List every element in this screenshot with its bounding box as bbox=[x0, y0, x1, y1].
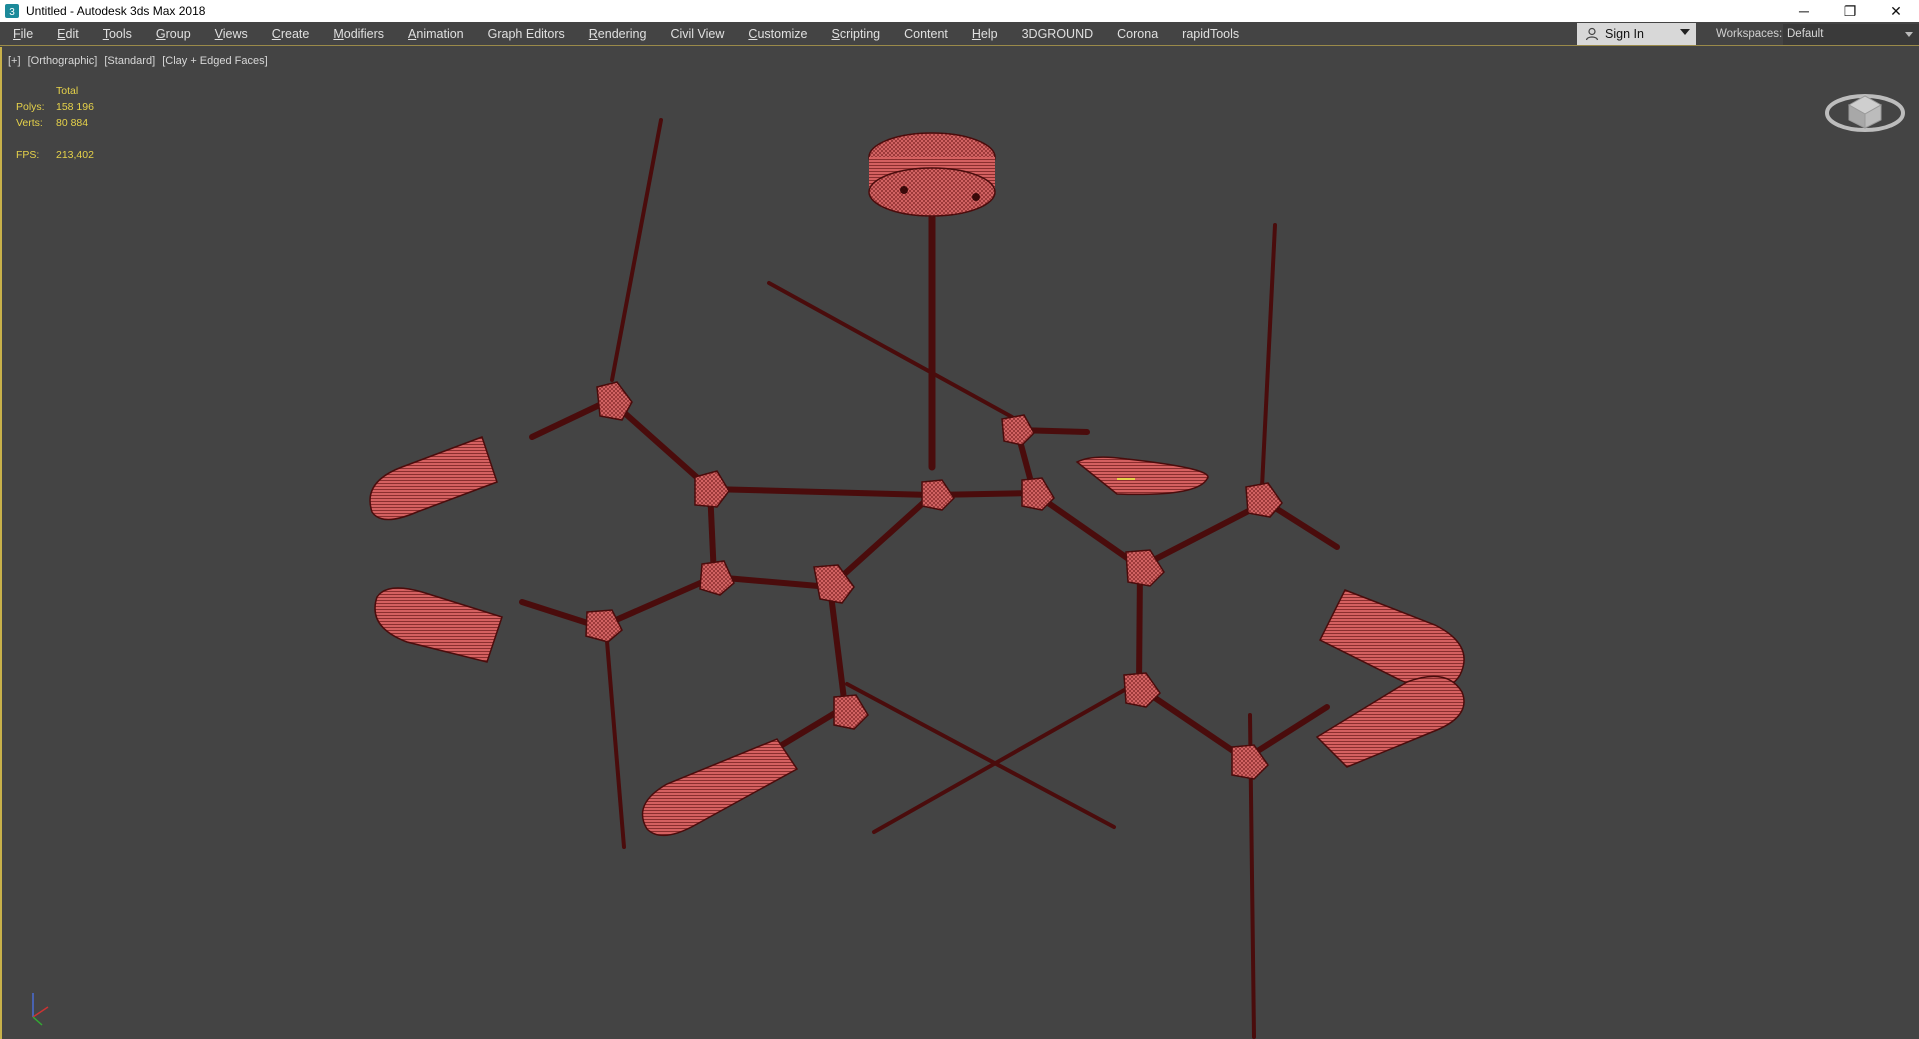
menu-edit[interactable]: Edit bbox=[45, 22, 91, 46]
menu-content[interactable]: Content bbox=[892, 22, 960, 46]
menu-label: roup bbox=[165, 26, 191, 41]
menu-rendering[interactable]: Rendering bbox=[577, 22, 659, 46]
menu-tools[interactable]: Tools bbox=[91, 22, 144, 46]
close-button[interactable]: ✕ bbox=[1873, 0, 1919, 22]
menu-mnemonic: H bbox=[971, 26, 981, 41]
menu-label: reate bbox=[280, 26, 310, 41]
svg-text:3: 3 bbox=[9, 7, 15, 18]
menu-label: dit bbox=[65, 26, 79, 41]
menu-mnemonic: S bbox=[831, 26, 840, 41]
menu-mnemonic: F bbox=[13, 26, 21, 41]
menu-create[interactable]: Create bbox=[260, 22, 322, 46]
ceiling-canopy bbox=[868, 132, 996, 217]
menu-civil-view[interactable]: Civil View bbox=[658, 22, 736, 46]
menu-help[interactable]: Help bbox=[960, 22, 1010, 46]
minimize-button[interactable]: ─ bbox=[1781, 0, 1827, 22]
restore-button[interactable]: ❐ bbox=[1827, 0, 1873, 22]
app-icon: 3 bbox=[5, 4, 19, 18]
menu-group[interactable]: Group bbox=[144, 22, 203, 46]
menu-customize[interactable]: Customize bbox=[736, 22, 819, 46]
menu-label: nimation bbox=[416, 26, 464, 41]
workspaces-label: Workspaces: bbox=[1716, 28, 1783, 40]
menu-label: rapidTools bbox=[1182, 26, 1240, 41]
workspace-value: Default bbox=[1787, 28, 1824, 40]
workspace-select[interactable]: Default bbox=[1783, 24, 1919, 45]
person-icon bbox=[1585, 27, 1599, 41]
menu-rapidtools[interactable]: rapidTools bbox=[1170, 22, 1251, 46]
menu-mnemonic: M bbox=[333, 26, 344, 41]
menu-views[interactable]: Views bbox=[203, 22, 260, 46]
menu-scripting[interactable]: Scripting bbox=[819, 22, 892, 46]
menu-animation[interactable]: Animation bbox=[396, 22, 476, 46]
axis-tripod-icon bbox=[32, 993, 49, 1026]
menu-label: odifiers bbox=[343, 26, 385, 41]
menu-label: elp bbox=[980, 26, 998, 41]
chandelier-rods bbox=[519, 118, 1340, 1039]
menu-file[interactable]: File bbox=[0, 22, 45, 46]
menu-label: endering bbox=[597, 26, 647, 41]
menu-label: iews bbox=[222, 26, 248, 41]
menu-label: Corona bbox=[1117, 26, 1159, 41]
menu-label: Graph Editors bbox=[487, 26, 565, 41]
chevron-down-icon bbox=[1905, 32, 1913, 37]
menu-3dground[interactable]: 3DGROUND bbox=[1010, 22, 1106, 46]
menu-label: Civil View bbox=[670, 26, 725, 41]
sign-in-label: Sign In bbox=[1605, 27, 1644, 41]
chevron-down-icon bbox=[1680, 29, 1690, 35]
menu-label: ustomize bbox=[757, 26, 808, 41]
perspective-viewport[interactable]: [+] [Orthographic] [Standard] [Clay + Ed… bbox=[0, 47, 1919, 1039]
viewcube-icon[interactable] bbox=[1825, 78, 1905, 138]
menu-label: ools bbox=[108, 26, 132, 41]
menu-label: ile bbox=[20, 26, 34, 41]
menu-label: 3DGROUND bbox=[1021, 26, 1094, 41]
menu-graph-editors[interactable]: Graph Editors bbox=[476, 22, 577, 46]
sign-in-button[interactable]: Sign In bbox=[1577, 23, 1696, 45]
title-bar: 3 Untitled - Autodesk 3ds Max 2018 ─ ❐ ✕ bbox=[0, 0, 1919, 22]
chandelier-model[interactable] bbox=[2, 47, 1917, 1039]
menu-label: cripting bbox=[839, 26, 881, 41]
menu-mnemonic: V bbox=[214, 26, 223, 41]
menu-modifiers[interactable]: Modifiers bbox=[321, 22, 396, 46]
menu-corona[interactable]: Corona bbox=[1105, 22, 1170, 46]
menu-mnemonic: G bbox=[155, 26, 166, 41]
menu-mnemonic: E bbox=[57, 26, 66, 41]
window-title: Untitled - Autodesk 3ds Max 2018 bbox=[26, 4, 206, 18]
menu-mnemonic: C bbox=[271, 26, 281, 41]
menu-label: Content bbox=[904, 26, 948, 41]
menu-mnemonic: R bbox=[588, 26, 598, 41]
